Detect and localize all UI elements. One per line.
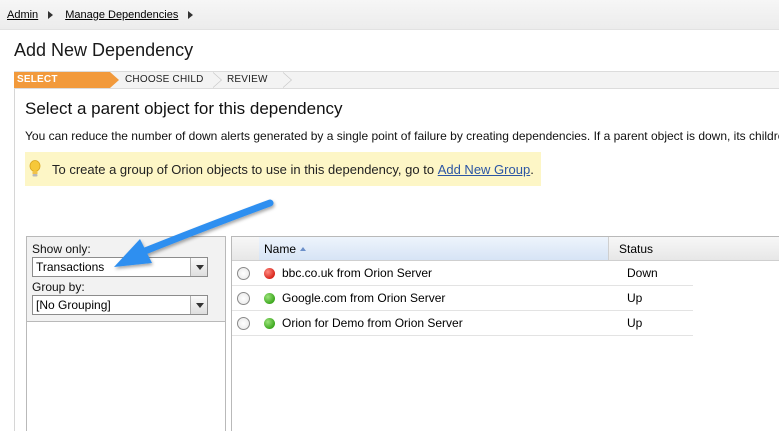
step-chevron-icon (110, 72, 119, 88)
group-by-value: [No Grouping] (36, 298, 111, 312)
row-radio-button[interactable] (237, 266, 250, 280)
status-down-icon (264, 267, 275, 279)
wizard-step-label: REVIEW (227, 74, 268, 85)
table-header: Name Status (232, 237, 779, 261)
row-status: Down (627, 266, 658, 280)
step-chevron-fill (282, 72, 291, 88)
wizard-step-label: SELECT PARENT (17, 74, 59, 101)
header-radio-spacer (232, 237, 259, 260)
add-new-group-link[interactable]: Add New Group (438, 162, 531, 177)
content-border (14, 89, 15, 431)
row-radio-button[interactable] (237, 291, 250, 305)
status-up-icon (264, 317, 275, 329)
hint-text: To create a group of Orion objects to us… (52, 161, 435, 177)
description-text: You can reduce the number of down alerts… (25, 129, 779, 143)
show-only-value: Transactions (36, 260, 105, 274)
row-name: Google.com from Orion Server (282, 291, 446, 305)
wizard-step-choose-child[interactable]: CHOOSE CHILD (110, 72, 222, 88)
breadcrumb-admin-link[interactable]: Admin (7, 9, 38, 21)
show-only-label: Show only: (32, 242, 91, 256)
column-header-status[interactable]: Status (609, 237, 653, 260)
group-by-label: Group by: (32, 280, 85, 294)
step-chevron-fill (212, 72, 221, 88)
wizard-step-select-parent[interactable]: SELECT PARENT (14, 72, 119, 101)
status-up-icon (264, 292, 275, 304)
row-name: Orion for Demo from Orion Server (282, 316, 463, 330)
sort-ascending-icon (300, 247, 307, 251)
wizard-steps: SELECT PARENT CHOOSE CHILD REVIEW (14, 71, 779, 101)
table-row[interactable]: Google.com from Orion Server Up (232, 286, 693, 311)
breadcrumb-arrow-icon (48, 10, 54, 19)
breadcrumb-arrow-icon (188, 10, 194, 19)
hint-box: To create a group of Orion objects to us… (25, 152, 541, 186)
filter-panel: Show only: Transactions Group by: [No Gr… (26, 236, 226, 431)
chevron-down-icon[interactable] (190, 296, 207, 314)
table-row[interactable]: bbc.co.uk from Orion Server Down (232, 261, 693, 286)
row-radio-button[interactable] (237, 316, 250, 330)
wizard-step-label: CHOOSE CHILD (125, 74, 204, 85)
breadcrumb-manage-dependencies-link[interactable]: Manage Dependencies (65, 9, 178, 21)
show-only-select[interactable]: Transactions (32, 257, 208, 277)
wizard-step-review[interactable]: REVIEW (212, 72, 292, 88)
breadcrumb: Admin Manage Dependencies (0, 0, 779, 30)
column-header-name-label: Name (264, 242, 297, 256)
row-name: bbc.co.uk from Orion Server (282, 266, 433, 280)
table-row[interactable]: Orion for Demo from Orion Server Up (232, 311, 693, 336)
hint-text-end: . (530, 161, 534, 177)
section-title: Select a parent object for this dependen… (25, 99, 343, 118)
row-status: Up (627, 316, 643, 330)
filter-controls: Show only: Transactions Group by: [No Gr… (27, 237, 225, 322)
objects-table: Name Status bbc.co.uk from Orion Server … (231, 236, 779, 431)
row-status: Up (627, 291, 643, 305)
page-title: Add New Dependency (14, 40, 194, 60)
column-header-name[interactable]: Name (259, 237, 609, 260)
lightbulb-icon (29, 160, 41, 178)
group-by-select[interactable]: [No Grouping] (32, 295, 208, 315)
chevron-down-icon[interactable] (190, 258, 207, 276)
